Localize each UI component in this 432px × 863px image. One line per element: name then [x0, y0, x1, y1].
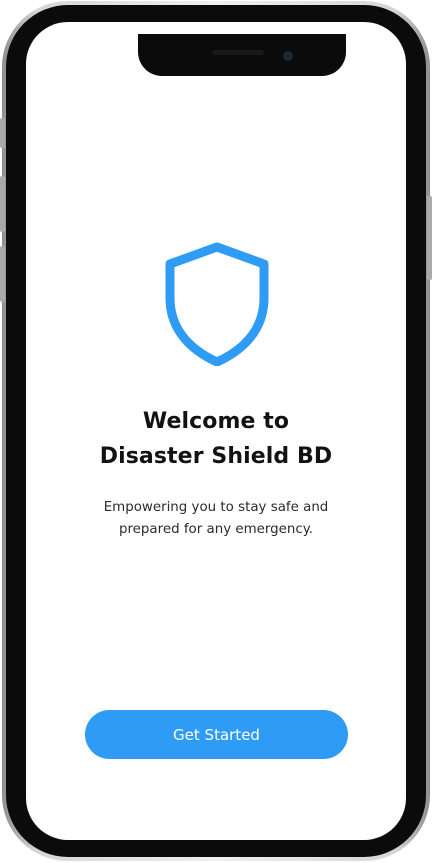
shield-icon: [165, 242, 269, 366]
speaker-grille: [212, 50, 264, 55]
front-camera-icon: [282, 50, 294, 62]
welcome-title-line-1: Welcome to: [142, 409, 290, 434]
mute-switch: [0, 118, 5, 148]
power-button: [427, 196, 432, 280]
notch: [138, 34, 346, 76]
welcome-subtitle: Empowering you to stay safe and prepared…: [26, 497, 406, 541]
get-started-button[interactable]: Get Started: [85, 710, 348, 759]
volume-down-button: [0, 246, 5, 302]
welcome-title-line-2: Disaster Shield BD: [99, 444, 333, 469]
welcome-title: Welcome to Disaster Shield BD: [26, 404, 406, 474]
welcome-subtitle-line-1: Empowering you to stay safe and: [103, 500, 329, 515]
welcome-subtitle-line-2: prepared for any emergency.: [118, 522, 314, 537]
volume-up-button: [0, 176, 5, 232]
